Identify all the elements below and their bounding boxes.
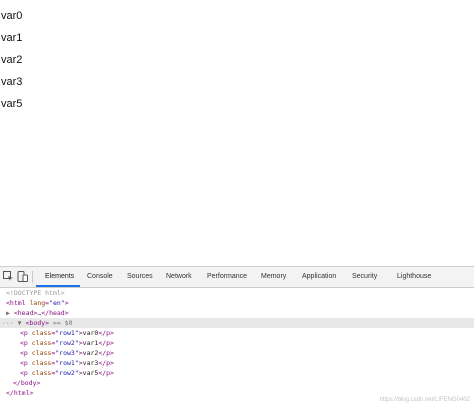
dom-head-node[interactable]: ▶ <head>…</head> (6, 308, 69, 318)
more-options-icon[interactable]: ··· (0, 319, 14, 327)
paragraph-row1: var0 (1, 10, 23, 22)
paragraph-row2: var5 (1, 98, 23, 110)
dom-p-node[interactable]: <p class="row2">var5</p> (20, 368, 114, 378)
tab-memory[interactable]: Memory (261, 267, 286, 287)
watermark: https://blog.csdn.net/LIFENG0402 (379, 397, 470, 403)
paragraph-row2: var1 (1, 32, 23, 44)
dom-p-node[interactable]: <p class="row3">var2</p> (20, 348, 114, 358)
tab-console[interactable]: Console (87, 267, 113, 287)
tab-network[interactable]: Network (166, 267, 192, 287)
inspect-element-icon[interactable] (3, 271, 14, 282)
tab-elements[interactable]: Elements (45, 267, 74, 287)
paragraph-row3: var2 (1, 54, 23, 66)
tab-application[interactable]: Application (302, 267, 336, 287)
dom-p-node[interactable]: <p class="row1">var3</p> (20, 358, 114, 368)
dom-body-close[interactable]: </body> (13, 378, 40, 388)
dom-doctype[interactable]: <!DOCTYPE html> (6, 288, 65, 298)
dom-body-node[interactable]: ··· ▼ <body> == $0 (0, 318, 474, 328)
collapse-triangle-icon[interactable]: ▼ (18, 319, 22, 327)
expand-triangle-icon[interactable]: ▶ (6, 309, 10, 317)
active-tab-indicator (36, 285, 80, 287)
tab-lighthouse[interactable]: Lighthouse (397, 267, 431, 287)
tab-performance[interactable]: Performance (207, 267, 247, 287)
toolbar-separator (32, 271, 33, 283)
tab-sources[interactable]: Sources (127, 267, 153, 287)
dom-html-close[interactable]: </html> (6, 388, 33, 398)
dom-p-node[interactable]: <p class="row2">var1</p> (20, 338, 114, 348)
device-toolbar-icon[interactable] (17, 271, 28, 282)
dom-p-node[interactable]: <p class="row1">var0</p> (20, 328, 114, 338)
devtools-toolbar: Elements Console Sources Network Perform… (0, 267, 474, 288)
tab-security[interactable]: Security (352, 267, 377, 287)
page: var0 var1 var2 var3 var5 Elements Consol… (0, 0, 474, 406)
paragraph-row1: var3 (1, 76, 23, 88)
dom-html-open[interactable]: <html lang="en"> (6, 298, 69, 308)
devtools-panel: Elements Console Sources Network Perform… (0, 266, 474, 406)
page-viewport: var0 var1 var2 var3 var5 (0, 0, 474, 266)
